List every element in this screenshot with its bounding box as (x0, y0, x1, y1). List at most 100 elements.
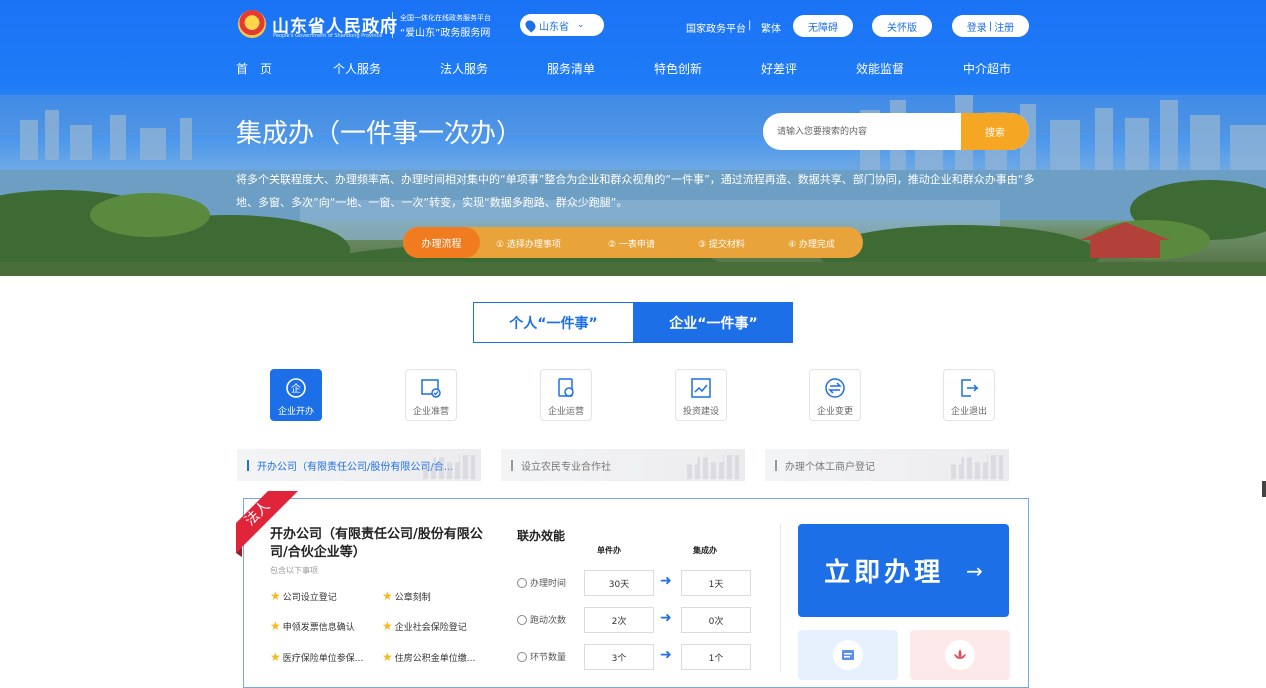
card-title: 开办公司（有限责任公司/股份有限公司/合伙企业等） (270, 527, 483, 560)
item-label: 企业社会保险登记 (394, 622, 467, 633)
exchange-icon (825, 378, 845, 398)
category-enterprise-start[interactable]: 企 企业开办 (270, 369, 322, 421)
flow-steps-icon (517, 651, 527, 662)
national-emblem-icon[interactable] (238, 10, 266, 38)
process-label: 办理流程 (403, 227, 480, 258)
nav-featured-innovation[interactable]: 特色创新 (654, 60, 702, 77)
search-button[interactable]: 搜索 (961, 113, 1029, 150)
svg-text:企: 企 (291, 382, 301, 395)
top-link-divider: | (748, 20, 752, 31)
login-divider: | (988, 20, 993, 32)
list-item: ★ 公章刻制 (382, 589, 431, 603)
steps-single-value: 3个 (584, 644, 654, 670)
category-enterprise-exit[interactable]: 企业退出 (943, 369, 995, 421)
region-value: 山东省 (539, 21, 569, 33)
trips-integrated-value: 0次 (681, 607, 751, 633)
nav-agency-market[interactable]: 中介超市 (963, 60, 1011, 77)
apply-now-button[interactable]: 立即办理 → (798, 524, 1009, 617)
category-label: 企业运营 (547, 407, 584, 417)
enterprise-start-icon: 企 (286, 378, 306, 398)
item-label: 公司设立登记 (282, 592, 337, 603)
steps-integrated-value: 1个 (681, 644, 751, 670)
item-label: 公章刻制 (394, 592, 431, 603)
accessibility-button[interactable]: 无障碍 (793, 15, 853, 37)
nav-personal-service[interactable]: 个人服务 (333, 60, 381, 77)
login-link[interactable]: 登录 (967, 19, 987, 34)
category-enterprise-permit[interactable]: 企业准营 (405, 369, 457, 421)
search-box: 搜索 (763, 113, 1029, 150)
category-label: 企业变更 (816, 407, 853, 417)
card-divider (780, 524, 781, 672)
login-register-button[interactable]: 登录 | 注册 (952, 15, 1029, 37)
building-decoration (687, 455, 739, 479)
document-icon (833, 640, 863, 670)
list-item: ★ 住房公积金单位缴... (382, 650, 475, 664)
tab-personal[interactable]: 个人“一件事” (473, 302, 634, 343)
subtab-marker (511, 459, 513, 471)
permit-doc-icon (421, 379, 441, 398)
exit-icon (961, 379, 979, 397)
subtab-farmer-coop[interactable]: 设立农民专业合作社 (501, 449, 745, 481)
list-item: ★ 申领发票信息确认 (270, 619, 355, 633)
building-decoration (951, 455, 1003, 479)
hero-banner: 山东省人民政府 People's Government of Shandong … (0, 0, 1266, 276)
list-item: ★ 公司设立登记 (270, 589, 337, 603)
page-title: 集成办（一件事一次办） (236, 119, 523, 149)
column-single: 单件办 (597, 546, 621, 555)
category-label: 企业开办 (277, 407, 314, 417)
top-bar: 山东省人民政府 People's Government of Shandong … (0, 0, 1266, 52)
trips-single-value: 2次 (584, 607, 654, 633)
row-label-text: 办理时间 (530, 579, 567, 589)
subtab-individual-business[interactable]: 办理个体工商户登记 (765, 449, 1009, 481)
process-step-2: ② 一表申请 (608, 240, 655, 250)
region-selector[interactable]: 山东省 ⌄ (520, 14, 604, 36)
process-step-4: ④ 办理完成 (788, 240, 835, 250)
star-icon: ★ (270, 619, 281, 633)
scrollbar-thumb[interactable] (1262, 481, 1266, 497)
person-walk-icon (517, 614, 527, 625)
platform-name: 全国一体化在线政务服务平台 (400, 14, 491, 22)
nav-legal-person-service[interactable]: 法人服务 (440, 60, 488, 77)
row-label-text: 跑动次数 (530, 616, 567, 626)
register-link[interactable]: 注册 (994, 19, 1014, 34)
column-integrated: 集成办 (693, 546, 717, 555)
category-investment-construction[interactable]: 投资建设 (675, 369, 727, 421)
nav-service-list[interactable]: 服务清单 (547, 60, 595, 77)
category-label: 企业准营 (412, 407, 449, 417)
apply-now-label: 立即办理 (824, 558, 945, 588)
traditional-chinese-link[interactable]: 繁体 (761, 20, 781, 35)
arrow-right-icon: → (966, 558, 983, 583)
hero-description: 将多个关联程度大、办理频率高、办理时间相对集中的“单项事”整合为企业和群众视角的… (236, 173, 1035, 209)
star-icon: ★ (270, 589, 281, 603)
subtab-marker (775, 459, 777, 471)
gov-subtitle: People's Government of Shandong Province (273, 33, 383, 39)
subtab-open-company[interactable]: 开办公司（有限责任公司/股份有限公司/合... (237, 449, 481, 481)
clock-icon (517, 577, 527, 588)
category-label: 投资建设 (682, 407, 719, 417)
nav-rating[interactable]: 好差评 (761, 60, 797, 77)
service-type-tabs: 个人“一件事” 企业“一件事” (473, 302, 793, 343)
time-integrated-value: 1天 (681, 570, 751, 596)
list-item: ★ 企业社会保险登记 (382, 619, 467, 633)
trend-chart-icon (691, 378, 711, 398)
process-step-1: ① 选择办理事项 (496, 240, 561, 250)
nav-supervision[interactable]: 效能监督 (856, 60, 904, 77)
nav-home[interactable]: 首 页 (236, 60, 272, 77)
search-input[interactable] (763, 113, 961, 150)
category-enterprise-operation[interactable]: 企业运营 (540, 369, 592, 421)
operation-doc-icon (558, 378, 574, 397)
care-mode-button[interactable]: 关怀版 (872, 15, 932, 37)
category-enterprise-change[interactable]: 企业变更 (809, 369, 861, 421)
lotus-icon (945, 640, 975, 670)
national-platform-link[interactable]: 国家政务平台 (686, 20, 746, 35)
item-label: 住房公积金单位缴... (394, 653, 476, 664)
star-icon: ★ (270, 650, 281, 664)
tab-enterprise[interactable]: 企业“一件事” (634, 302, 793, 343)
efficiency-title: 联办效能 (517, 529, 566, 543)
arrow-right-icon: ➜ (660, 647, 672, 663)
star-icon: ★ (382, 589, 393, 603)
star-icon: ★ (382, 650, 393, 664)
arrow-right-icon: ➜ (660, 573, 672, 589)
item-label: 申领发票信息确认 (282, 622, 355, 633)
item-label: 医疗保险单位参保... (282, 653, 364, 664)
